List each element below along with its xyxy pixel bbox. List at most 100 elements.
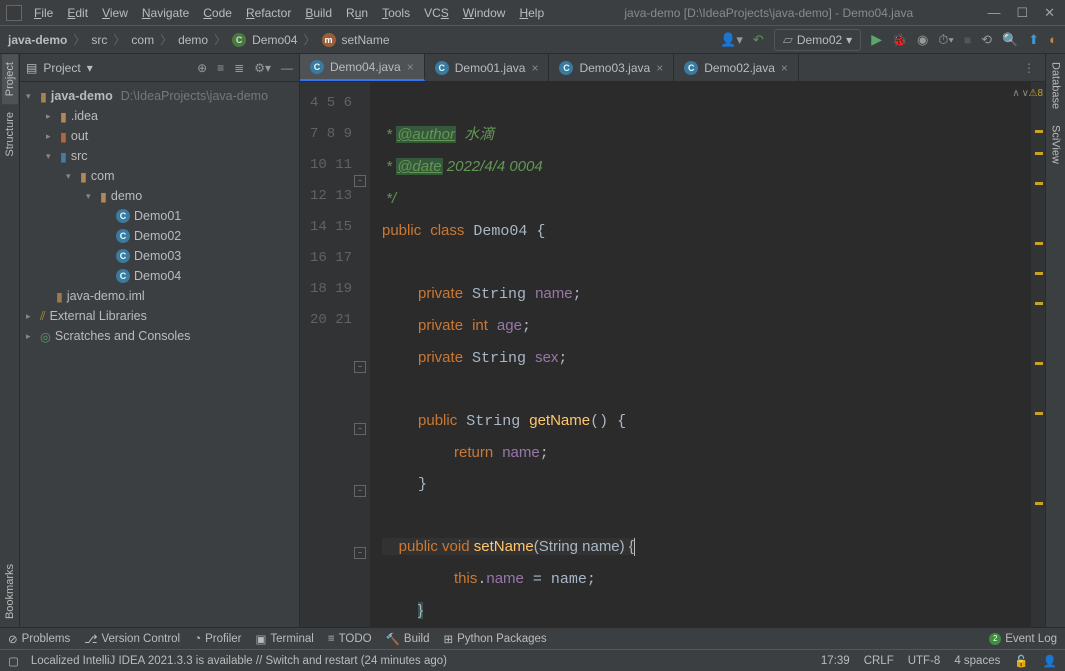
maximize-button[interactable]: ☐ bbox=[1016, 5, 1028, 21]
inspection-indicator[interactable]: ⚠8 bbox=[1028, 88, 1043, 99]
fold-toggle[interactable]: − bbox=[354, 485, 366, 497]
tree-demo03[interactable]: C Demo03 bbox=[20, 246, 299, 266]
search-icon[interactable]: 🔍 bbox=[1002, 32, 1018, 48]
tree-out[interactable]: ▸▮ out bbox=[20, 126, 299, 146]
menu-vcs[interactable]: VCS bbox=[418, 4, 455, 22]
crumb-method[interactable]: setName bbox=[342, 33, 390, 47]
tree-demo01[interactable]: C Demo01 bbox=[20, 206, 299, 226]
tool-build[interactable]: 🔨Build bbox=[386, 632, 430, 646]
tree-demo02[interactable]: C Demo02 bbox=[20, 226, 299, 246]
add-user-icon[interactable]: 👤▾ bbox=[720, 32, 743, 48]
fold-toggle[interactable]: − bbox=[354, 547, 366, 559]
warning-marker[interactable] bbox=[1035, 152, 1043, 155]
status-tool-windows-icon[interactable]: ▢ bbox=[8, 654, 19, 668]
expand-all-icon[interactable]: ≡ bbox=[217, 61, 224, 75]
warning-marker[interactable] bbox=[1035, 412, 1043, 415]
tool-problems[interactable]: ⊘Problems bbox=[8, 632, 70, 646]
menu-build[interactable]: Build bbox=[299, 4, 338, 22]
error-stripe[interactable]: ∧∨ ⚠8 bbox=[1031, 82, 1045, 627]
readonly-lock-icon[interactable]: 🔓 bbox=[1014, 654, 1028, 668]
collapse-all-icon[interactable]: ≣ bbox=[234, 61, 244, 75]
menu-run[interactable]: Run bbox=[340, 4, 374, 22]
debug-button[interactable]: 🐞 bbox=[892, 33, 907, 47]
tab-demo04[interactable]: C Demo04.java × bbox=[300, 54, 425, 81]
warning-marker[interactable] bbox=[1035, 130, 1043, 133]
menu-tools[interactable]: Tools bbox=[376, 4, 416, 22]
tool-event-log[interactable]: 2Event Log bbox=[989, 633, 1057, 645]
tool-python-packages[interactable]: ⊞Python Packages bbox=[443, 632, 546, 646]
crumb-class[interactable]: Demo04 bbox=[252, 33, 297, 47]
menu-window[interactable]: Window bbox=[457, 4, 512, 22]
status-encoding[interactable]: UTF-8 bbox=[908, 655, 941, 667]
tool-tab-bookmarks[interactable]: Bookmarks bbox=[2, 556, 18, 627]
tree-external-libraries[interactable]: ▸⫽ External Libraries bbox=[20, 306, 299, 326]
close-icon[interactable]: × bbox=[531, 61, 538, 75]
tree-iml[interactable]: ▮ java-demo.iml bbox=[20, 286, 299, 306]
warning-marker[interactable] bbox=[1035, 302, 1043, 305]
tool-tab-project[interactable]: Project bbox=[2, 54, 18, 104]
tool-todo[interactable]: ≡TODO bbox=[328, 633, 372, 645]
menu-file[interactable]: File bbox=[28, 4, 59, 22]
tab-demo03[interactable]: C Demo03.java × bbox=[549, 54, 674, 81]
menu-edit[interactable]: Edit bbox=[61, 4, 94, 22]
tool-tab-sciview[interactable]: SciView bbox=[1048, 117, 1064, 172]
ide-features-icon[interactable]: ◐ bbox=[1049, 32, 1057, 47]
back-arrow-icon[interactable]: ↶ bbox=[753, 32, 764, 48]
tree-idea[interactable]: ▸▮ .idea bbox=[20, 106, 299, 126]
warning-marker[interactable] bbox=[1035, 272, 1043, 275]
fold-toggle[interactable]: − bbox=[354, 175, 366, 187]
close-icon[interactable]: × bbox=[656, 61, 663, 75]
crumb-src[interactable]: src bbox=[91, 33, 107, 47]
hide-tool-window-icon[interactable]: — bbox=[281, 61, 293, 75]
project-tree[interactable]: ▾▮ java-demo D:\IdeaProjects\java-demo ▸… bbox=[20, 82, 299, 627]
select-opened-file-icon[interactable]: ⊕ bbox=[197, 61, 207, 75]
gear-icon[interactable]: ⚙▾ bbox=[254, 61, 271, 75]
editor-gutter[interactable]: 4 5 6 7 8 9 10 11 12 13 14 15 16 17 18 1… bbox=[300, 82, 370, 627]
tool-tab-database[interactable]: Database bbox=[1048, 54, 1064, 117]
status-line-separator[interactable]: CRLF bbox=[864, 655, 894, 667]
status-widget-icon[interactable]: 👤 bbox=[1043, 654, 1057, 668]
chevron-down-icon[interactable]: ▾ bbox=[87, 61, 93, 75]
fold-toggle[interactable]: − bbox=[354, 423, 366, 435]
close-icon[interactable]: × bbox=[407, 60, 414, 74]
stop-button[interactable]: ■ bbox=[964, 33, 971, 47]
tree-demo[interactable]: ▾▮ demo bbox=[20, 186, 299, 206]
prev-highlighted-error-icon[interactable]: ∧ bbox=[1012, 88, 1019, 99]
sync-icon[interactable]: ⬆ bbox=[1028, 32, 1039, 48]
run-button[interactable]: ▶ bbox=[871, 31, 882, 48]
status-indent[interactable]: 4 spaces bbox=[954, 655, 1000, 667]
fold-toggle[interactable]: − bbox=[354, 361, 366, 373]
tree-demo04[interactable]: C Demo04 bbox=[20, 266, 299, 286]
menu-view[interactable]: View bbox=[96, 4, 134, 22]
tree-com[interactable]: ▾▮ com bbox=[20, 166, 299, 186]
menu-code[interactable]: Code bbox=[197, 4, 238, 22]
project-header-label[interactable]: Project bbox=[43, 61, 80, 75]
vcs-update-icon[interactable]: ⟲ bbox=[981, 32, 992, 48]
status-caret-position[interactable]: 17:39 bbox=[821, 655, 850, 667]
tree-scratches[interactable]: ▸◎ Scratches and Consoles bbox=[20, 326, 299, 346]
menu-refactor[interactable]: Refactor bbox=[240, 4, 297, 22]
tool-terminal[interactable]: ▣Terminal bbox=[256, 632, 314, 646]
tree-src[interactable]: ▾▮ src bbox=[20, 146, 299, 166]
tool-profiler[interactable]: ◔Profiler bbox=[194, 633, 241, 645]
coverage-button[interactable]: ◉ bbox=[917, 32, 928, 48]
tab-demo02[interactable]: C Demo02.java × bbox=[674, 54, 799, 81]
close-icon[interactable]: × bbox=[781, 61, 788, 75]
tool-tab-structure[interactable]: Structure bbox=[2, 104, 18, 165]
close-button[interactable]: ✕ bbox=[1044, 5, 1055, 21]
tab-actions-icon[interactable]: ⋮ bbox=[1013, 54, 1045, 81]
tree-root[interactable]: ▾▮ java-demo D:\IdeaProjects\java-demo bbox=[20, 86, 299, 106]
tool-version-control[interactable]: ⎇Version Control bbox=[84, 632, 180, 646]
tab-demo01[interactable]: C Demo01.java × bbox=[425, 54, 550, 81]
menu-navigate[interactable]: Navigate bbox=[136, 4, 195, 22]
run-config-selector[interactable]: ▱ Demo02 ▾ bbox=[774, 29, 861, 51]
crumb-project[interactable]: java-demo bbox=[8, 33, 67, 47]
status-message[interactable]: Localized IntelliJ IDEA 2021.3.3 is avai… bbox=[31, 655, 447, 667]
menu-help[interactable]: Help bbox=[513, 4, 550, 22]
warning-marker[interactable] bbox=[1035, 242, 1043, 245]
editor-content[interactable]: * @author 水滴 * @date 2022/4/4 0004 */ pu… bbox=[370, 82, 1031, 627]
minimize-button[interactable]: — bbox=[987, 5, 1000, 21]
crumb-demo[interactable]: demo bbox=[178, 33, 208, 47]
warning-marker[interactable] bbox=[1035, 362, 1043, 365]
warning-marker[interactable] bbox=[1035, 182, 1043, 185]
